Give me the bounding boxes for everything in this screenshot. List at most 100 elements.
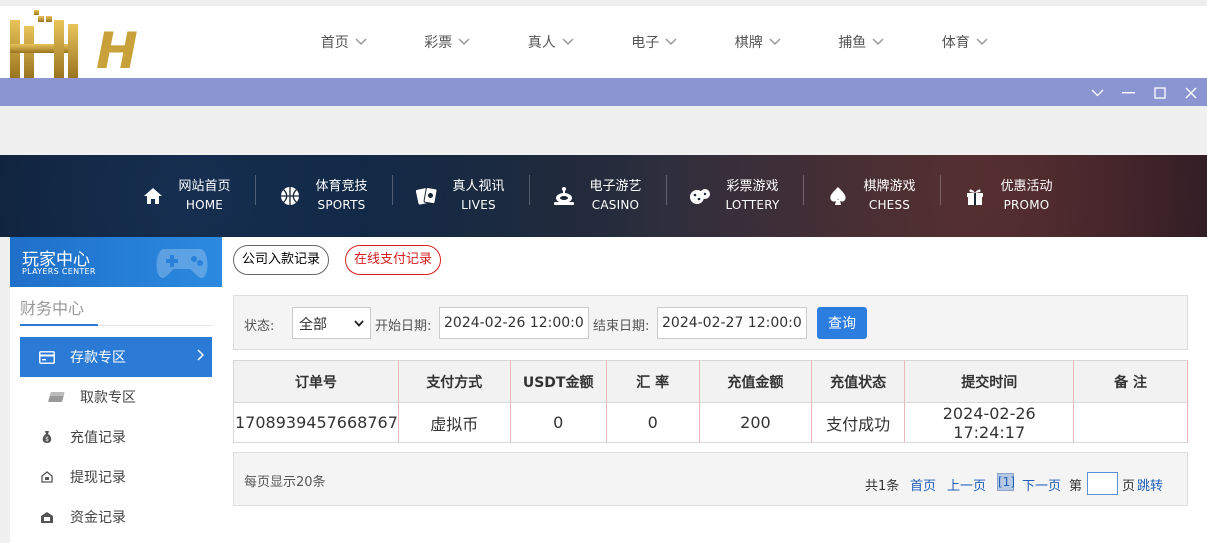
main-nav-en: SPORTS [317,198,366,212]
next-page-link[interactable]: 下一页 [1022,475,1061,494]
main-nav-cn: 网站首页 [178,179,231,194]
column-header: 支付方式 [397,360,511,403]
maximize-button[interactable] [1151,84,1168,101]
top-nav-label: 体育 [941,35,970,51]
column-header: 提交时间 [904,360,1075,403]
main-nav-en: CHESS [868,198,911,212]
sidebar-item-fund-records[interactable]: 资金记录 [20,497,212,537]
main-nav-cn: 真人视讯 [452,179,505,194]
column-header: 汇 率 [605,360,700,403]
end-date-label: 结束日期: [593,319,650,334]
top-nav-sports[interactable]: 体育 [913,6,1017,78]
top-nav-home[interactable]: 首页 [292,6,396,78]
sidebar-item-withdraw[interactable]: 取款专区 [20,377,212,417]
main-nav-banner: 网站首页 HOME 体育竞技 SPORTS 真人视讯 LIVES 电子游艺 CASINO… [0,155,1207,237]
submit-time-cell: 2024-02-26 17:24:17 [904,402,1075,443]
top-nav-chess[interactable]: 棋牌 [706,6,810,78]
main-nav-sports[interactable]: 体育竞技 SPORTS [255,155,392,237]
top-header: H GAME 首页 彩票 真人 电子 棋牌 捕鱼 体育 [0,0,1207,138]
hh-game-logo[interactable]: H GAME [4,10,266,138]
main-nav-en: LOTTERY [725,198,780,212]
top-nav-label: 首页 [320,35,349,51]
total-count: 共1条 [865,479,900,494]
spade-icon [827,185,849,207]
main-nav: 网站首页 HOME 体育竞技 SPORTS 真人视讯 LIVES 电子游艺 CASINO… [118,155,1077,237]
chevron-down-icon [665,38,677,46]
top-nav-label: 棋牌 [734,35,763,51]
top-nav-label: 电子 [631,35,660,51]
end-date-input[interactable] [657,307,807,339]
jump-link[interactable]: 跳转 [1137,475,1163,494]
main-nav-cn: 优惠活动 [1000,179,1053,194]
main-nav-en: HOME [185,198,224,212]
players-center-header: 玩家中心 PLAYERS CENTER [10,237,222,287]
main-nav-casino[interactable]: 电子游艺 CASINO [529,155,666,237]
main-nav-home[interactable]: 网站首页 HOME [118,155,255,237]
dice-icon [689,185,711,207]
main-nav-cn: 体育竞技 [315,179,368,194]
top-nav-electronic[interactable]: 电子 [603,6,707,78]
minimize-icon [1122,91,1135,93]
current-page: [1] [997,473,1015,491]
main-nav-lottery[interactable]: 彩票游戏 LOTTERY [666,155,803,237]
column-header: 充值状态 [811,360,906,403]
prev-page-link[interactable]: 上一页 [947,475,986,494]
main-nav-chess[interactable]: 棋牌游戏 CHESS [803,155,940,237]
players-center-subtitle: PLAYERS CENTER [22,267,96,276]
sidebar-item-recharge-records[interactable]: $ 充值记录 [20,417,212,457]
gift-icon [964,185,986,207]
column-header: 备 注 [1073,360,1188,403]
main-nav-promo[interactable]: 优惠活动 PROMO [940,155,1077,237]
tab-online-payment-records[interactable]: 在线支付记录 [345,245,442,275]
withdraw-icon [38,469,56,485]
pagination-bar: 每页显示20条 共1条 首页 上一页 [1] 下一页 第 页 跳转 [233,452,1188,506]
first-page-link[interactable]: 首页 [910,475,936,494]
money-bag-icon: $ [38,429,56,445]
collapse-button[interactable] [1089,84,1106,101]
table-header-row: 订单号 支付方式 USDT金额 汇 率 充值金额 充值状态 提交时间 备 注 [233,360,1188,403]
payment-method-cell: 虚拟币 [397,402,511,443]
sidebar-item-withdraw-records[interactable]: 提现记录 [20,457,212,497]
status-label: 状态: [244,319,275,334]
query-button[interactable]: 查询 [817,307,867,339]
main-nav-en: PROMO [1003,198,1050,212]
main-nav-lives[interactable]: 真人视讯 LIVES [392,155,529,237]
top-nav-lottery[interactable]: 彩票 [396,6,500,78]
spacer-bar [0,106,1207,155]
status-select[interactable]: 全部 [292,307,371,339]
main-content: 公司入款记录 在线支付记录 状态: 全部 开始日期: 结束日期: 查询 订单号 … [222,237,1207,543]
sidebar-item-label: 充值记录 [70,430,126,446]
minimize-button[interactable] [1120,84,1137,101]
cash-icon [48,389,66,405]
chevron-down-icon [976,38,988,46]
top-nav-label: 捕鱼 [838,35,867,51]
chevron-down-icon [354,320,364,327]
main-nav-cn: 电子游艺 [589,179,642,194]
column-header: 充值金额 [698,360,813,403]
svg-text:$: $ [45,436,49,443]
recharge-amount-cell: 200 [698,402,813,443]
chevron-down-icon [872,38,884,46]
main-nav-en: CASINO [591,198,640,212]
top-nav-label: 彩票 [424,35,453,51]
top-nav-live[interactable]: 真人 [499,6,603,78]
page-number-input[interactable] [1087,472,1118,495]
main-nav-en: LIVES [461,198,496,212]
page-prefix: 第 [1069,479,1083,494]
status-select-value: 全部 [299,317,327,333]
recharge-status-cell: 支付成功 [811,402,906,443]
gamepad-icon [156,249,208,278]
tab-company-deposit-records[interactable]: 公司入款记录 [233,245,330,275]
main-nav-cn: 彩票游戏 [726,179,779,194]
top-nav-label: 真人 [527,35,556,51]
start-date-input[interactable] [439,307,589,339]
sidebar-item-label: 资金记录 [70,510,126,526]
top-nav-fishing[interactable]: 捕鱼 [810,6,914,78]
sidebar-item-deposit[interactable]: 存款专区 [20,337,212,377]
start-date-label: 开始日期: [375,319,432,334]
section-underline [20,324,98,326]
chevron-right-icon [197,349,204,361]
chevron-down-icon [355,38,367,46]
home-icon [142,185,164,207]
close-button[interactable] [1182,84,1199,101]
